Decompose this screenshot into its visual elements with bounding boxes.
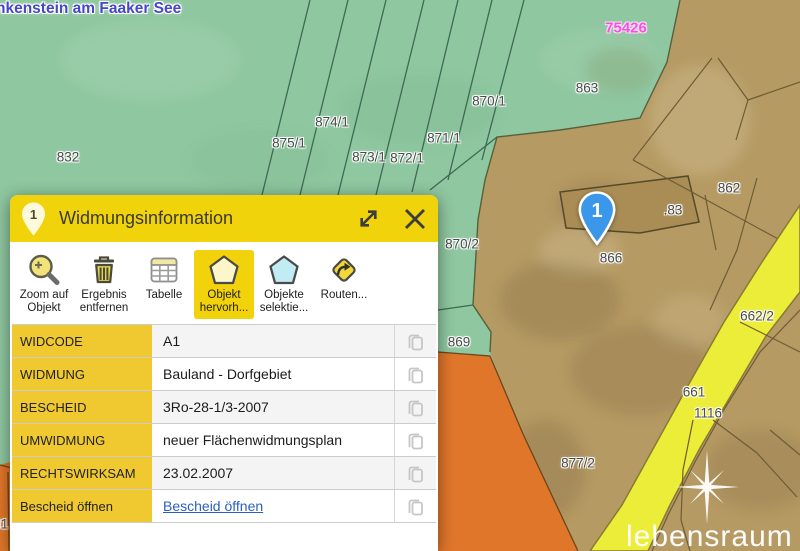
toolbar-button-label: Objekt hervorh... — [194, 289, 254, 315]
parcel-label: 661 — [683, 385, 706, 400]
parcel-label: 870/2 — [445, 237, 479, 252]
parcel-label: 862 — [718, 181, 741, 196]
copy-icon — [406, 397, 425, 418]
toolbar-button-label: Routen... — [321, 289, 368, 302]
toolbar-button-zoom-auf-objekt[interactable]: Zoom auf Objekt — [14, 250, 74, 319]
parcel-label: 863 — [576, 81, 599, 96]
copy-icon — [406, 331, 425, 352]
parcel-label: .83 — [664, 203, 683, 218]
copy-button[interactable] — [406, 397, 425, 418]
table-icon — [147, 253, 181, 287]
parcel-label: 832 — [57, 150, 80, 165]
toolbar-button-ergebnis-entfernen[interactable]: Ergebnis entfernen — [74, 250, 134, 319]
toolbar-button-label: Zoom auf Objekt — [14, 289, 74, 315]
toolbar-button-label: Tabelle — [146, 289, 182, 302]
table-row-rechtswirksam: RECHTSWIRKSAM 23.02.2007 — [12, 457, 436, 490]
copy-button[interactable] — [406, 331, 425, 352]
row-value: 3Ro-28-1/3-2007 — [152, 391, 394, 423]
popup-toolbar: Zoom auf Objekt Ergebnis entfernen — [10, 242, 438, 321]
copy-icon — [406, 496, 425, 517]
row-label: BESCHEID — [12, 391, 152, 423]
toolbar-button-tabelle[interactable]: Tabelle — [134, 250, 194, 306]
table-row-bescheid: BESCHEID 3Ro-28-1/3-2007 — [12, 391, 436, 424]
copy-icon — [406, 430, 425, 451]
parcel-label: 662/2 — [740, 309, 774, 324]
highlight-object-icon — [207, 253, 241, 287]
popup-header: 1 Widmungsinformation — [10, 195, 438, 242]
widmungsinformation-popup: 1 Widmungsinformation — [10, 195, 438, 551]
lebensraum-star-icon — [670, 450, 744, 524]
row-label: WIDCODE — [12, 325, 152, 357]
toolbar-button-label: Ergebnis entfernen — [74, 289, 134, 315]
parcel-label: 874/1 — [315, 115, 349, 130]
copy-button[interactable] — [406, 364, 425, 385]
table-row-widmung: WIDMUNG Bauland - Dorfgebiet — [12, 358, 436, 391]
parcel-label: 875/1 — [272, 136, 306, 151]
close-popup-button[interactable] — [402, 206, 428, 232]
parcel-label: 1116 — [694, 406, 722, 421]
parcel-label: 873/1 — [352, 150, 386, 165]
gis-app-screen: 832 875/1 874/1 873/1 872/1871/1 870/1 863 862.… — [0, 0, 800, 551]
attribute-table: WIDCODE A1 WIDMUNG Bauland - Dorfgebiet — [12, 324, 436, 523]
popup-title: Widmungsinformation — [59, 208, 233, 229]
parcel-label: 872/1 — [390, 151, 424, 166]
trash-icon — [87, 253, 121, 287]
row-label: UMWIDMUNG — [12, 424, 152, 456]
table-row-widcode: WIDCODE A1 — [12, 325, 436, 358]
copy-icon — [406, 364, 425, 385]
copy-icon — [406, 463, 425, 484]
row-label: WIDMUNG — [12, 358, 152, 390]
zoom-icon — [27, 253, 61, 287]
toolbar-button-objekt-hervorheben[interactable]: Objekt hervorh... — [194, 250, 254, 319]
bescheid-oeffnen-link[interactable]: Bescheid öffnen — [163, 498, 263, 514]
table-row-bescheid-oeffnen: Bescheid öffnen Bescheid öffnen — [12, 490, 436, 523]
table-row-umwidmung: UMWIDMUNG neuer Flächenwidmungsplan — [12, 424, 436, 457]
parcel-label: 877/2 — [561, 456, 595, 471]
row-value: A1 — [152, 325, 394, 357]
parcel-label: 871/1 — [427, 131, 461, 146]
marker-number: 1 — [591, 200, 602, 222]
copy-button[interactable] — [406, 496, 425, 517]
cadastre-number-label: 75426 — [605, 20, 647, 37]
copy-button[interactable] — [406, 463, 425, 484]
row-value: neuer Flächenwidmungsplan — [152, 424, 394, 456]
result-badge: 1 — [20, 201, 47, 237]
copy-button[interactable] — [406, 430, 425, 451]
row-label: Bescheid öffnen — [12, 490, 152, 522]
parcel-label: 870/1 — [472, 94, 506, 109]
close-icon — [402, 206, 428, 232]
parcel-label: 831 — [0, 517, 8, 532]
expand-popup-button[interactable] — [357, 207, 380, 230]
result-marker-pin[interactable]: 1 — [577, 190, 617, 246]
row-value: 23.02.2007 — [152, 457, 394, 489]
row-value: Bauland - Dorfgebiet — [152, 358, 394, 390]
select-objects-icon — [267, 253, 301, 287]
toolbar-button-routen[interactable]: Routen... — [314, 250, 374, 306]
parcel-label: 869 — [448, 335, 471, 350]
municipality-label: nkenstein am Faaker See — [0, 0, 181, 18]
expand-icon — [357, 207, 380, 230]
route-icon — [327, 253, 361, 287]
toolbar-button-label: Objekte selektie... — [254, 289, 314, 315]
badge-number: 1 — [30, 207, 37, 222]
row-label: RECHTSWIRKSAM — [12, 457, 152, 489]
lebensraum-logo: lebensraum — [626, 520, 793, 551]
toolbar-button-objekte-selektieren[interactable]: Objekte selektie... — [254, 250, 314, 319]
parcel-label: 866 — [600, 251, 623, 266]
